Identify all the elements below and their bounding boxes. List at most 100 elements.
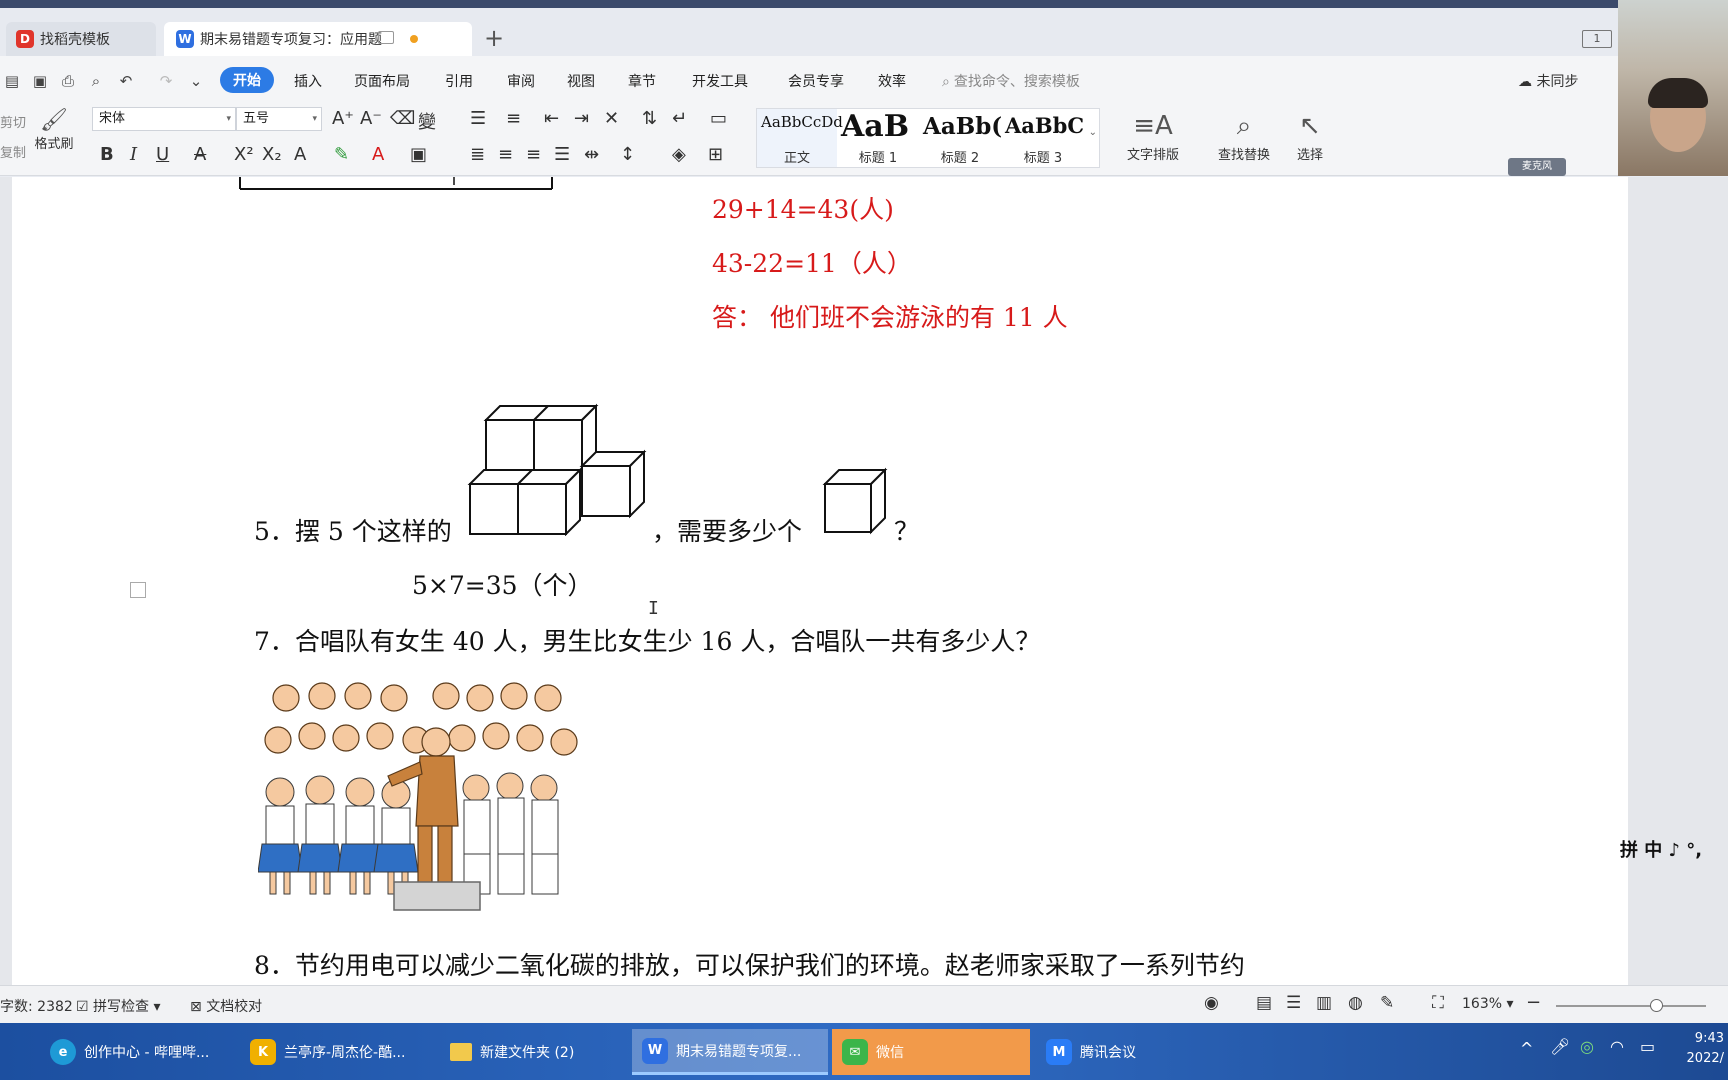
font-size-select[interactable]: 五号 ▾ [236, 107, 322, 131]
tab-current-document[interactable]: W 期末易错题专项复习：应用题 [164, 22, 472, 56]
highlight-icon[interactable]: ✎ [334, 144, 349, 165]
bold-icon[interactable]: B [100, 144, 114, 165]
microphone-icon[interactable]: 🎤︎ [1550, 1037, 1570, 1056]
menu-references[interactable]: 引用 [445, 71, 473, 91]
menu-insert[interactable]: 插入 [294, 71, 322, 91]
chinese-layout-icon[interactable]: ✕ [604, 108, 619, 129]
format-painter-button[interactable]: 🖌 格式刷 [32, 108, 76, 152]
menu-view[interactable]: 视图 [567, 71, 595, 91]
zoom-value: 163% [1462, 996, 1503, 1012]
system-clock[interactable]: 9:43 2022/ [1687, 1029, 1724, 1069]
taskbar-wps[interactable]: W 期末易错题专项复... [632, 1029, 828, 1075]
undo-icon[interactable]: ↶ [116, 72, 136, 90]
monitor-icon[interactable] [378, 31, 394, 44]
taskbar-edge[interactable]: e 创作中心 - 哔哩哔... [40, 1029, 236, 1075]
justify-icon[interactable]: ☰ [554, 144, 570, 165]
strikethrough-icon[interactable]: A [194, 144, 206, 165]
align-left-icon[interactable]: ≣ [470, 144, 485, 165]
wifi-icon[interactable]: ◠ [1610, 1037, 1624, 1056]
more-chevron-down-icon[interactable]: ⌄ [186, 72, 206, 90]
superscript-icon[interactable]: X² [234, 144, 254, 165]
word-count[interactable]: 字数: 2382 [0, 996, 73, 1016]
window-switch-button[interactable]: 1 [1582, 30, 1612, 48]
sync-label: 未同步 [1536, 74, 1579, 90]
zoom-out-button[interactable]: − [1526, 992, 1541, 1013]
align-center-icon[interactable]: ≡ [498, 144, 513, 165]
paragraph-mark-icon[interactable]: ↵ [672, 108, 687, 129]
sync-status[interactable]: ☁ 未同步 [1518, 71, 1578, 91]
kugou-icon: K [250, 1039, 276, 1065]
save-icon[interactable]: ▣ [30, 72, 50, 90]
select-button[interactable]: ↖ 选择 [1288, 108, 1332, 163]
paste-options-icon[interactable] [130, 582, 146, 598]
wechat-tray-icon[interactable]: ◎ [1580, 1037, 1594, 1056]
menu-review[interactable]: 审阅 [507, 71, 535, 91]
mic-status-badge[interactable]: 麦克风 [1508, 158, 1566, 176]
menu-page-layout[interactable]: 页面布局 [354, 71, 410, 91]
doc-proof-button[interactable]: ⊠ 文档校对 [190, 996, 262, 1016]
distribute-icon[interactable]: ⇹ [584, 144, 599, 165]
sort-icon[interactable]: ⇅ [642, 108, 657, 129]
print-icon[interactable]: ⎙ [58, 72, 78, 90]
spell-check-button[interactable]: ☑ 拼写检查 ▾ [76, 996, 161, 1016]
taskbar-kugou[interactable]: K 兰亭序-周杰伦-酷... [240, 1029, 436, 1075]
text-effect-icon[interactable]: A [294, 144, 306, 165]
ruler-icon[interactable]: ▭ [710, 108, 727, 129]
cut-button[interactable]: 剪切 [0, 112, 26, 131]
shading-icon[interactable]: ◈ [672, 144, 686, 165]
zoom-slider-thumb[interactable] [1650, 999, 1663, 1012]
web-view-icon[interactable]: ◍ [1348, 993, 1363, 1013]
tab-docer-templates[interactable]: D 找稻壳模板 [6, 22, 156, 56]
menu-developer[interactable]: 开发工具 [692, 71, 748, 91]
char-border-icon[interactable]: ▣ [410, 144, 427, 165]
shrink-font-icon[interactable]: A⁻ [360, 108, 382, 129]
zoom-slider[interactable] [1556, 999, 1706, 1012]
clear-format-icon[interactable]: ⌫ [390, 108, 415, 129]
subscript-icon[interactable]: X₂ [262, 144, 282, 165]
new-tab-button[interactable]: + [484, 26, 504, 50]
taskbar-folder[interactable]: 新建文件夹 (2) [440, 1029, 626, 1075]
reading-view-icon[interactable]: ▥ [1316, 993, 1332, 1013]
page-view-icon[interactable]: ▤ [1256, 993, 1272, 1013]
menu-icon[interactable]: ▤ [2, 72, 22, 90]
outline-view-icon[interactable]: ☰ [1286, 993, 1301, 1013]
italic-icon[interactable]: I [130, 144, 137, 165]
copy-button[interactable]: 复制 [0, 142, 26, 161]
taskbar-wechat[interactable]: ✉ 微信 [832, 1029, 1030, 1075]
menu-start[interactable]: 开始 [220, 67, 274, 93]
tray-chevron-up-icon[interactable]: ^ [1520, 1039, 1533, 1058]
text-layout-button[interactable]: ≡A 文字排版 [1112, 108, 1194, 163]
menu-member[interactable]: 会员专享 [788, 71, 844, 91]
ime-toolbar[interactable]: 拼 中 ♪ °, [1620, 836, 1702, 862]
grow-font-icon[interactable]: A⁺ [332, 108, 354, 129]
menu-chapter[interactable]: 章节 [628, 71, 656, 91]
underline-icon[interactable]: U [156, 144, 169, 165]
indent-icon[interactable]: ⇥ [574, 108, 589, 129]
pen-icon[interactable]: ✎ [1380, 993, 1394, 1013]
menu-efficiency[interactable]: 效率 [878, 71, 906, 91]
style-normal[interactable]: AaBbCcDd 正文 [757, 109, 843, 167]
outdent-icon[interactable]: ⇤ [544, 108, 559, 129]
style-more-icon[interactable]: ⌄ [1089, 127, 1097, 138]
bullet-list-icon[interactable]: ☰ [470, 108, 486, 129]
battery-icon[interactable]: ▭ [1640, 1037, 1655, 1056]
style-heading-2[interactable]: AaBb( 标题 2 [919, 109, 1002, 167]
taskbar-tencent-meeting[interactable]: M 腾讯会议 [1036, 1029, 1226, 1075]
style-heading-1[interactable]: AaB 标题 1 [837, 109, 919, 167]
border-icon[interactable]: ⊞ [708, 144, 723, 165]
zoom-level[interactable]: 163% ▾ [1462, 996, 1514, 1012]
command-search[interactable]: ⌕ 查找命令、搜索模板 [942, 71, 1080, 91]
font-family-select[interactable]: 宋体 ▾ [92, 107, 236, 131]
print-preview-icon[interactable]: ⌕ [86, 72, 106, 90]
style-heading-3[interactable]: AaBbC 标题 3 [1001, 109, 1085, 167]
align-right-icon[interactable]: ≡ [526, 144, 541, 165]
line-spacing-icon[interactable]: ↕ [620, 144, 635, 165]
format-painter-label: 格式刷 [34, 137, 74, 152]
fit-page-icon[interactable]: ⛶ [1432, 993, 1444, 1013]
eye-protect-icon[interactable]: ◉ [1204, 993, 1219, 1013]
find-replace-button[interactable]: ⌕ 查找替换 [1206, 108, 1282, 163]
redo-icon[interactable]: ↷ [156, 72, 176, 90]
number-list-icon[interactable]: ≡ [506, 108, 521, 129]
pinyin-icon[interactable]: 變 [418, 108, 436, 134]
font-color-icon[interactable]: A [372, 144, 384, 165]
